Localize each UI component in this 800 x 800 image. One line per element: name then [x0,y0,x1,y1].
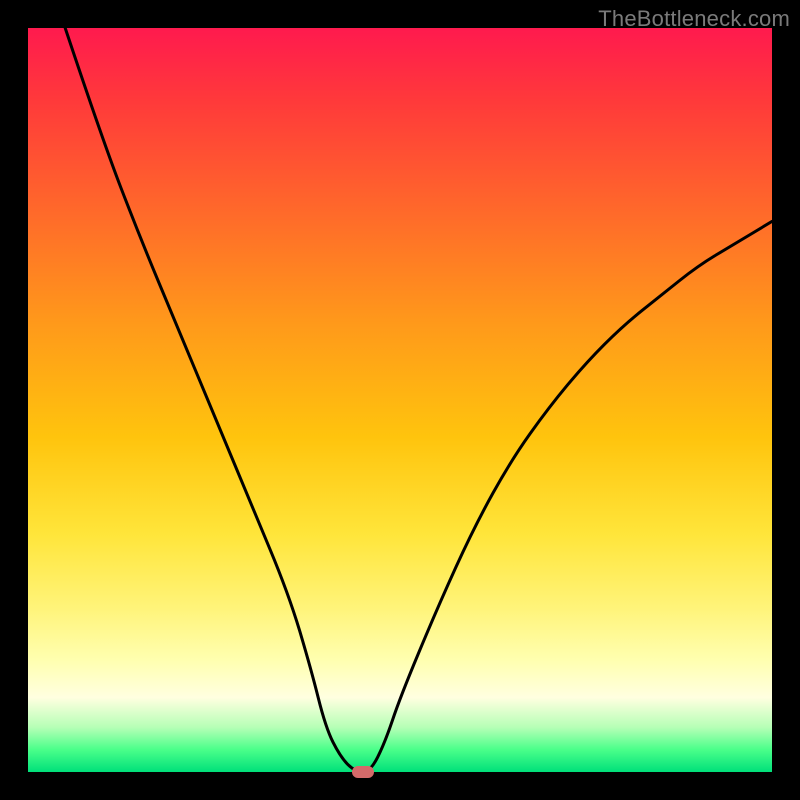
bottleneck-curve [28,28,772,772]
optimal-point-marker [352,766,374,778]
watermark-text: TheBottleneck.com [598,6,790,32]
chart-frame: TheBottleneck.com [0,0,800,800]
plot-area [28,28,772,772]
